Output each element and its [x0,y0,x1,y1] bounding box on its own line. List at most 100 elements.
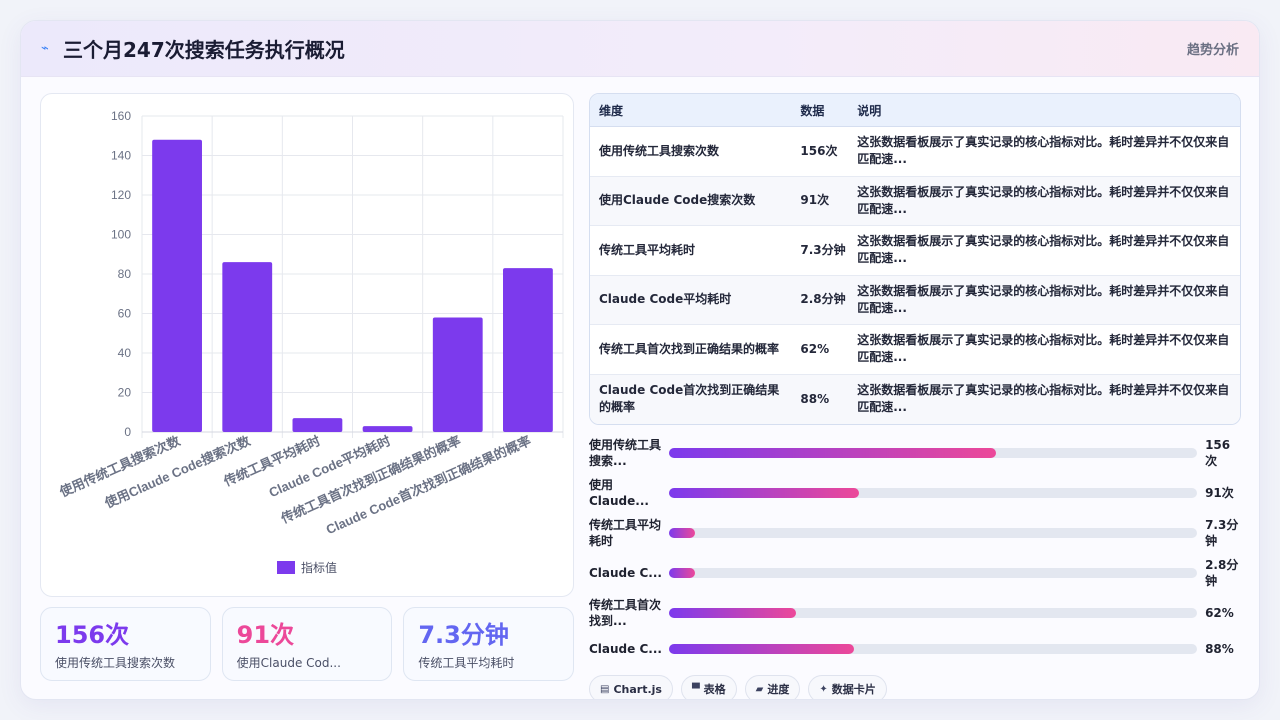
legend-label: 指标值 [301,560,337,575]
kpi-value: 91次 [236,621,295,649]
data-table: 维度 数据 说明 使用传统工具搜索次数 156次 这张数据看板展示了真实记录的核… [589,93,1241,425]
cell-note: 这张数据看板展示了真实记录的核心指标对比。耗时差异并不仅仅来自匹配速... [857,283,1230,315]
cell-note: 这张数据看板展示了真实记录的核心指标对比。耗时差异并不仅仅来自匹配速... [857,234,1230,266]
cell-dimension: 传统工具首次找到正确结果的概率 [599,341,780,356]
progress-value: 2.8分钟 [1205,558,1239,588]
progress-value: 7.3分钟 [1205,518,1239,548]
y-tick-label: 0 [124,425,131,439]
table-row: Claude Code首次找到正确结果的概率 88% 这张数据看板展示了真实记录… [590,374,1240,424]
kpi-value: 7.3分钟 [418,621,509,649]
progress-label: 使用传统工具搜索... [589,438,662,468]
progress-row: 传统工具首次找到... 62% [589,593,1241,633]
kpi-card: 156次 使用传统工具搜索次数 [40,607,211,681]
kpi-label: 传统工具平均耗时 [418,656,515,670]
progress-fill [668,528,696,538]
table-row: Claude Code平均耗时 2.8分钟 这张数据看板展示了真实记录的核心指标… [590,275,1240,325]
progress-row: 传统工具平均耗时 7.3分钟 [589,513,1241,553]
header-cell-note: 说明 [857,103,882,118]
progress-value: 88% [1205,642,1234,656]
chip-label: Chart.js [613,682,662,696]
progress-value: 156次 [1205,438,1231,468]
cell-dimension: 使用传统工具搜索次数 [599,143,720,158]
cell-data: 7.3分钟 [800,242,846,257]
cell-data: 156次 [800,143,838,158]
chip-label: 数据卡片 [831,683,876,696]
progress-label: 传统工具首次找到... [589,598,662,628]
sparkline-icon: ⌁ [41,41,49,56]
y-tick-label: 40 [118,346,132,360]
bar [222,262,273,432]
bar [152,139,202,432]
left-panel: 0 20 40 60 80 100 120 140 160 使用传统工具搜索次数 使用Claude … [40,93,575,681]
cell-dimension: 传统工具平均耗时 [599,242,696,257]
y-tick-label: 100 [111,228,131,242]
progress-track [668,608,1198,618]
progress-fill [668,488,860,498]
bar [292,418,343,432]
legend-swatch [277,561,295,574]
progress-track [668,448,1198,458]
progress-track [668,644,1198,654]
table-row: 传统工具平均耗时 7.3分钟 这张数据看板展示了真实记录的核心指标对比。耗时差异… [590,226,1240,276]
card-icon: ✦ [819,683,828,695]
y-tick-label: 20 [118,386,132,400]
progress-list: 使用传统工具搜索... 156次 使用Claude... 91次 传统工具平均耗… [589,433,1241,665]
chip-progress[interactable]: ▰ 进度 [744,675,801,699]
kpi-cards: 156次 使用传统工具搜索次数 91次 使用Claude Cod... 7.3分… [40,607,575,681]
chip-chartjs[interactable]: ▤ Chart.js [589,675,673,699]
cell-dimension: Claude Code首次找到正确结果的概率 [599,383,780,415]
chip-label: 进度 [767,683,790,696]
progress-track [668,528,1198,538]
bar [362,426,413,432]
cell-note: 这张数据看板展示了真实记录的核心指标对比。耗时差异并不仅仅来自匹配速... [857,135,1230,167]
trend-analysis-link[interactable]: 趋势分析 [1187,39,1239,58]
cell-note: 这张数据看板展示了真实记录的核心指标对比。耗时差异并不仅仅来自匹配速... [857,184,1230,216]
kpi-label: 使用传统工具搜索次数 [55,656,176,670]
progress-row: 使用传统工具搜索... 156次 [589,433,1241,473]
chip-label: 表格 [703,683,726,696]
title-wrap: ⌁ 三个月247次搜索任务执行概况 [41,34,345,63]
header-cell-data: 数据 [800,103,825,118]
table-row: 使用传统工具搜索次数 156次 这张数据看板展示了真实记录的核心指标对比。耗时差… [590,127,1240,177]
page-title: 三个月247次搜索任务执行概况 [63,38,345,62]
progress-value: 91次 [1205,486,1234,500]
progress-row: 使用Claude... 91次 [589,473,1241,513]
table-row: 传统工具首次找到正确结果的概率 62% 这张数据看板展示了真实记录的核心指标对比… [590,325,1240,375]
chip-table[interactable]: ▀ 表格 [680,675,737,699]
table-row: 使用Claude Code搜索次数 91次 这张数据看板展示了真实记录的核心指标… [590,176,1240,226]
cell-data: 2.8分钟 [800,292,846,307]
progress-icon: ▰ [755,683,764,695]
bar [432,317,483,432]
progress-fill [668,608,796,618]
chip-data-card[interactable]: ✦ 数据卡片 [808,675,887,699]
bar-chart: 020406080100120140160使用传统工具搜索次数使用Claude … [57,109,564,575]
y-tick-label: 120 [111,188,131,202]
right-panel: 维度 数据 说明 使用传统工具搜索次数 156次 这张数据看板展示了真实记录的核… [589,93,1241,699]
progress-label: Claude C... [589,566,662,580]
cell-dimension: 使用Claude Code搜索次数 [599,193,756,208]
progress-row: Claude C... 2.8分钟 [589,553,1241,593]
table-header: 维度 数据 说明 [590,94,1240,127]
bar-chart-card: 0 20 40 60 80 100 120 140 160 使用传统工具搜索次数 使用Claude … [40,93,574,597]
cell-dimension: Claude Code平均耗时 [599,292,732,307]
header-cell-dimension: 维度 [599,103,624,118]
y-tick-label: 60 [118,307,132,321]
tag-chips: ▤ Chart.js ▀ 表格 ▰ 进度 ✦ 数据卡片 [589,675,1241,699]
cell-data: 88% [800,391,830,406]
progress-value: 62% [1205,606,1234,620]
progress-label: 使用Claude... [589,478,649,508]
bar [503,268,553,432]
y-tick-label: 80 [118,267,132,281]
progress-label: Claude C... [589,642,662,656]
dashboard-frame: ⌁ 三个月247次搜索任务执行概况 趋势分析 0 20 40 60 80 100 120 14… [20,20,1260,700]
cell-note: 这张数据看板展示了真实记录的核心指标对比。耗时差异并不仅仅来自匹配速... [857,383,1230,415]
table-icon: ▀ [691,683,700,695]
kpi-card: 7.3分钟 传统工具平均耗时 [403,607,575,681]
cell-note: 这张数据看板展示了真实记录的核心指标对比。耗时差异并不仅仅来自匹配速... [857,333,1230,365]
cell-data: 62% [800,341,830,356]
kpi-value: 156次 [55,621,130,649]
progress-fill [668,644,854,654]
y-tick-label: 140 [111,149,131,163]
progress-track [668,488,1198,498]
kpi-card: 91次 使用Claude Cod... [221,607,393,681]
